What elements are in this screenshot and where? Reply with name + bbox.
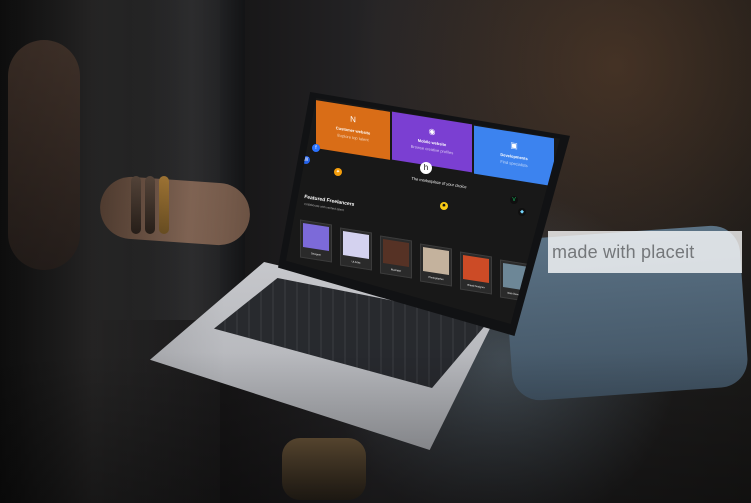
freelancer-card[interactable]: UI Artist <box>340 227 372 271</box>
freelancer-name: Illustrator <box>390 268 402 273</box>
freelancer-name: Photographer <box>428 275 444 282</box>
wristwatch <box>282 438 366 500</box>
freelancer-card[interactable]: Brand Designer <box>460 251 492 295</box>
freelancer-card[interactable]: Illustrator <box>380 235 412 279</box>
freelancer-card[interactable]: Designer <box>300 219 332 263</box>
freelancer-name: Brand Designer <box>467 283 485 290</box>
bracelet <box>131 176 141 234</box>
person-left-arm <box>98 174 252 248</box>
watermark-text: made with placeit <box>552 242 695 262</box>
freelancer-name: Designer <box>310 252 321 257</box>
freelancer-photo <box>383 238 409 268</box>
watermark: made with placeit <box>548 231 742 273</box>
bracelet <box>145 176 155 234</box>
freelancer-photo <box>423 246 449 276</box>
freelancer-photo <box>343 230 369 260</box>
freelancer-photo <box>463 254 489 284</box>
freelancer-card[interactable]: Photographer <box>420 243 452 287</box>
freelancer-photo <box>303 222 329 252</box>
freelancer-name: UI Artist <box>351 260 361 265</box>
person-head <box>8 40 80 270</box>
photo-scene: N Customer website Explore top talent ◉ … <box>0 0 751 503</box>
bracelet <box>159 176 169 234</box>
